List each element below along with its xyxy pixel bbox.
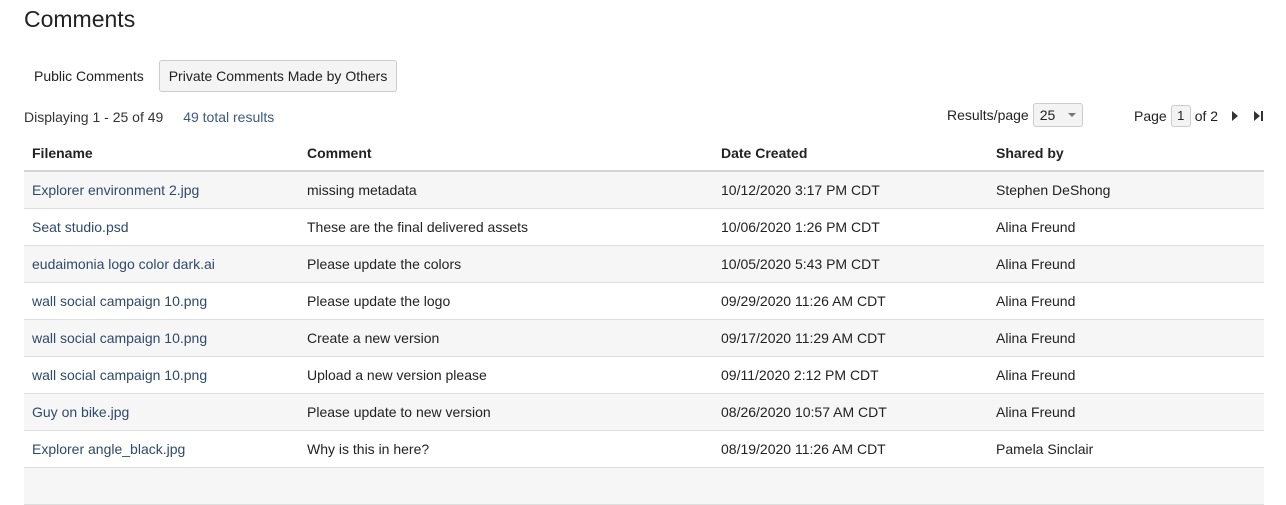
cell-filename[interactable]: Explorer environment 2.jpg (24, 171, 299, 209)
cell-date (713, 467, 988, 505)
cell-shared-by: Alina Freund (988, 319, 1264, 357)
cell-shared-by: Stephen DeShong (988, 171, 1264, 209)
comment-tabs: Public Comments Private Comments Made by… (24, 60, 398, 92)
table-row[interactable]: wall social campaign 10.png Upload a new… (24, 356, 1264, 394)
page-total-label: of 2 (1194, 108, 1219, 124)
page-title: Comments (24, 6, 136, 32)
chevron-down-icon (1067, 113, 1076, 117)
cell-date: 08/19/2020 11:26 AM CDT (713, 430, 988, 468)
table-row[interactable]: Explorer environment 2.jpg missing metad… (24, 171, 1264, 209)
cell-filename[interactable]: wall social campaign 10.png (24, 319, 299, 357)
column-header-filename[interactable]: Filename (24, 136, 299, 172)
cell-shared-by: Alina Freund (988, 208, 1264, 246)
cell-date: 09/29/2020 11:26 AM CDT (713, 282, 988, 320)
table-row[interactable] (24, 467, 1264, 505)
column-header-comment[interactable]: Comment (299, 136, 713, 172)
cell-comment: Please update the logo (299, 282, 713, 320)
cell-filename[interactable]: wall social campaign 10.png (24, 282, 299, 320)
results-summary: Displaying 1 - 25 of 49 49 total results (24, 109, 274, 125)
cell-date: 09/17/2020 11:29 AM CDT (713, 319, 988, 357)
cell-shared-by (988, 467, 1264, 505)
displaying-range: Displaying 1 - 25 of 49 (24, 109, 164, 125)
pagination: Page 1 of 2 (1134, 105, 1264, 127)
cell-comment: Please update to new version (299, 393, 713, 431)
cell-filename[interactable]: eudaimonia logo color dark.ai (24, 245, 299, 283)
comments-table: Filename Comment Date Created Shared by … (24, 136, 1264, 505)
cell-shared-by: Alina Freund (988, 282, 1264, 320)
cell-shared-by: Alina Freund (988, 245, 1264, 283)
cell-comment: Create a new version (299, 319, 713, 357)
table-row[interactable]: Explorer angle_black.jpg Why is this in … (24, 430, 1264, 468)
cell-filename[interactable] (24, 467, 299, 505)
table-row[interactable]: wall social campaign 10.png Create a new… (24, 319, 1264, 357)
page-label: Page (1134, 108, 1167, 124)
cell-filename[interactable]: wall social campaign 10.png (24, 356, 299, 394)
results-per-page: Results/page 25 (947, 103, 1083, 127)
table-row[interactable]: Seat studio.psd These are the final deli… (24, 208, 1264, 246)
results-per-page-label: Results/page (947, 107, 1029, 123)
cell-comment (299, 467, 713, 505)
cell-filename[interactable]: Seat studio.psd (24, 208, 299, 246)
column-header-shared-by[interactable]: Shared by (988, 136, 1264, 172)
cell-comment: missing metadata (299, 171, 713, 209)
cell-comment: Why is this in here? (299, 430, 713, 468)
table-row[interactable]: eudaimonia logo color dark.ai Please upd… (24, 245, 1264, 283)
last-page-icon[interactable] (1254, 111, 1264, 121)
cell-filename[interactable]: Guy on bike.jpg (24, 393, 299, 431)
total-results: 49 total results (183, 109, 275, 125)
cell-filename[interactable]: Explorer angle_black.jpg (24, 430, 299, 468)
cell-date: 10/05/2020 5:43 PM CDT (713, 245, 988, 283)
page-number-input[interactable]: 1 (1170, 105, 1191, 127)
cell-date: 10/06/2020 1:26 PM CDT (713, 208, 988, 246)
column-header-date-created[interactable]: Date Created (713, 136, 988, 172)
table-header-row: Filename Comment Date Created Shared by (24, 136, 1264, 172)
cell-date: 08/26/2020 10:57 AM CDT (713, 393, 988, 431)
table-row[interactable]: Guy on bike.jpg Please update to new ver… (24, 393, 1264, 431)
cell-comment: Please update the colors (299, 245, 713, 283)
cell-shared-by: Alina Freund (988, 356, 1264, 394)
table-row[interactable]: wall social campaign 10.png Please updat… (24, 282, 1264, 320)
cell-date: 09/11/2020 2:12 PM CDT (713, 356, 988, 394)
results-per-page-value: 25 (1039, 107, 1056, 123)
cell-date: 10/12/2020 3:17 PM CDT (713, 171, 988, 209)
tab-public-comments[interactable]: Public Comments (24, 60, 154, 92)
cell-comment: Upload a new version please (299, 356, 713, 394)
cell-comment: These are the final delivered assets (299, 208, 713, 246)
results-per-page-select[interactable]: 25 (1032, 103, 1083, 127)
cell-shared-by: Pamela Sinclair (988, 430, 1264, 468)
next-page-icon[interactable] (1232, 111, 1239, 121)
cell-shared-by: Alina Freund (988, 393, 1264, 431)
tab-private-comments[interactable]: Private Comments Made by Others (158, 60, 398, 92)
